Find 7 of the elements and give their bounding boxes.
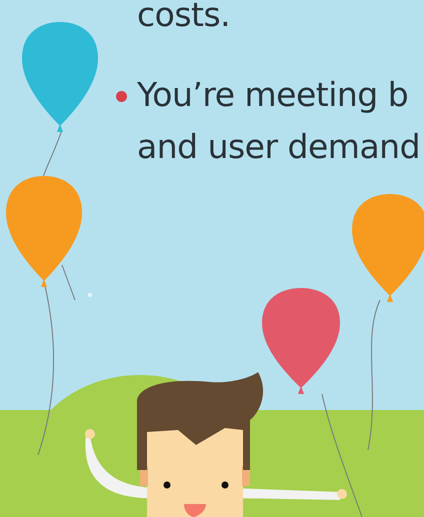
balloon-icon	[262, 288, 362, 517]
balloon-string-icon	[62, 264, 76, 300]
bullet-dot	[116, 91, 127, 102]
body-text: costs.	[137, 0, 230, 34]
bullet-text: You’re meeting b	[137, 74, 408, 114]
body-text: and user demand	[137, 126, 420, 166]
balloon-icon	[352, 194, 424, 450]
